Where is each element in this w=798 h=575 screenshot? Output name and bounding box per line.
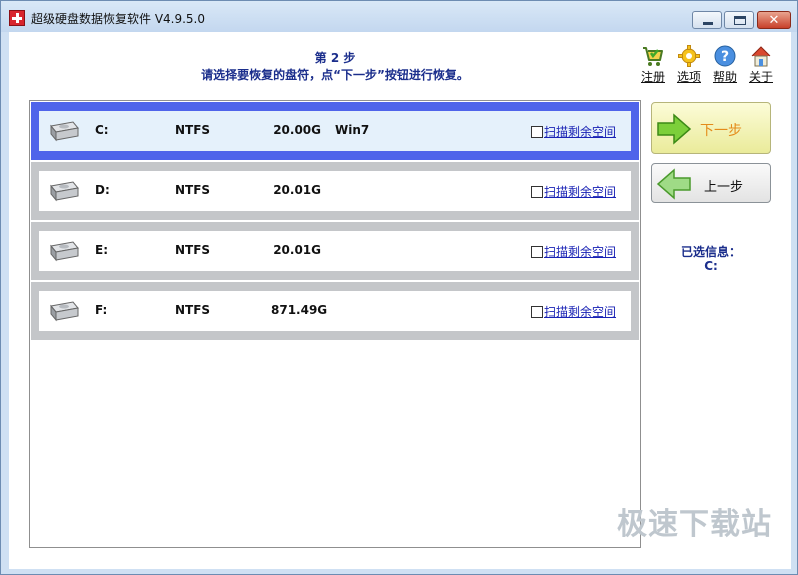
drive-row-content: F: NTFS 871.49G 扫描剩余空间: [39, 291, 631, 331]
hard-drive-icon: [50, 301, 79, 322]
maximize-icon: [734, 16, 746, 25]
app-icon: [9, 10, 25, 26]
arrow-right-icon: [657, 113, 692, 145]
scan-free-space-link[interactable]: 扫描剩余空间: [544, 305, 616, 319]
options-label: 选项: [676, 70, 701, 84]
drive-row-content: E: NTFS 20.01G 扫描剩余空间: [39, 231, 631, 271]
drive-filesystem: NTFS: [175, 303, 211, 317]
hard-drive-icon: [50, 241, 79, 262]
help-button[interactable]: ? 帮助: [709, 44, 741, 88]
options-gear-icon: [678, 45, 700, 67]
scan-free-space-link[interactable]: 扫描剩余空间: [544, 185, 616, 199]
step-instruction: 请选择要恢复的盘符，点“下一步”按钮进行恢复。: [201, 68, 469, 82]
options-button[interactable]: 选项: [673, 44, 705, 88]
watermark: 极速下载站: [617, 507, 772, 542]
scan-free-space-checkbox[interactable]: [531, 306, 543, 318]
drive-row-content: C: NTFS 20.00G Win7 扫描剩余空间: [39, 111, 631, 151]
register-button[interactable]: 注册: [637, 44, 669, 88]
drive-size: 20.00G: [273, 123, 321, 137]
maximize-button[interactable]: [724, 11, 754, 29]
drive-letter: D:: [95, 183, 110, 197]
title-bar[interactable]: 超级硬盘数据恢复软件 V4.9.5.0 ✕: [1, 1, 797, 32]
next-step-label: 下一步: [700, 123, 742, 139]
drive-row-f[interactable]: F: NTFS 871.49G 扫描剩余空间: [31, 282, 639, 340]
register-cart-icon: [643, 47, 663, 66]
client-area: 第 2 步 请选择要恢复的盘符，点“下一步”按钮进行恢复。 注册 选项 ? 帮助…: [9, 32, 791, 569]
scan-free-space-link[interactable]: 扫描剩余空间: [544, 125, 616, 139]
drive-filesystem: NTFS: [175, 243, 211, 257]
selected-info: 已选信息： C:: [651, 245, 771, 273]
drive-label: Win7: [335, 123, 370, 137]
step-title: 第 2 步: [314, 51, 356, 65]
scan-free-space-option[interactable]: 扫描剩余空间: [531, 123, 616, 140]
close-icon: ✕: [768, 13, 780, 28]
scan-free-space-option[interactable]: 扫描剩余空间: [531, 243, 616, 260]
previous-step-label: 上一步: [704, 180, 744, 195]
drive-letter: E:: [95, 243, 108, 257]
scan-free-space-link[interactable]: 扫描剩余空间: [544, 245, 616, 259]
drive-row-content: D: NTFS 20.01G 扫描剩余空间: [39, 171, 631, 211]
scan-free-space-checkbox[interactable]: [531, 186, 543, 198]
scan-free-space-checkbox[interactable]: [531, 126, 543, 138]
drive-size: 871.49G: [271, 303, 328, 317]
drive-row-c[interactable]: C: NTFS 20.00G Win7 扫描剩余空间: [31, 102, 639, 160]
drive-size: 20.01G: [273, 183, 321, 197]
help-label: 帮助: [712, 70, 737, 84]
help-icon: ?: [714, 45, 736, 67]
selected-info-heading: 已选信息：: [680, 245, 741, 259]
window-title: 超级硬盘数据恢复软件 V4.9.5.0: [31, 12, 206, 26]
drive-filesystem: NTFS: [175, 123, 211, 137]
about-house-icon: [751, 46, 771, 67]
drive-row-d[interactable]: D: NTFS 20.01G 扫描剩余空间: [31, 162, 639, 220]
selected-info-value: C:: [704, 259, 718, 273]
scan-free-space-checkbox[interactable]: [531, 246, 543, 258]
minimize-icon: [703, 22, 713, 25]
drive-letter: C:: [95, 123, 109, 137]
close-button[interactable]: ✕: [757, 11, 791, 29]
toolbar: 注册 选项 ? 帮助 关于: [637, 44, 777, 88]
about-button[interactable]: 关于: [745, 44, 777, 88]
drive-filesystem: NTFS: [175, 183, 211, 197]
next-step-button[interactable]: 下一步: [651, 102, 771, 154]
hard-drive-icon: [50, 181, 79, 202]
drive-list: C: NTFS 20.00G Win7 扫描剩余空间 D: NTFS 20.01…: [29, 100, 641, 548]
hard-drive-icon: [50, 121, 79, 142]
register-label: 注册: [640, 70, 665, 84]
previous-step-button[interactable]: 上一步: [651, 163, 771, 203]
drive-size: 20.01G: [273, 243, 321, 257]
app-window: 超级硬盘数据恢复软件 V4.9.5.0 ✕ 第 2 步 请选择要恢复的盘符，点“…: [0, 0, 798, 575]
about-label: 关于: [748, 70, 773, 84]
drive-letter: F:: [95, 303, 108, 317]
scan-free-space-option[interactable]: 扫描剩余空间: [531, 183, 616, 200]
scan-free-space-option[interactable]: 扫描剩余空间: [531, 303, 616, 320]
minimize-button[interactable]: [692, 11, 722, 29]
svg-text:?: ?: [721, 49, 729, 65]
drive-row-e[interactable]: E: NTFS 20.01G 扫描剩余空间: [31, 222, 639, 280]
arrow-left-icon: [656, 168, 691, 200]
